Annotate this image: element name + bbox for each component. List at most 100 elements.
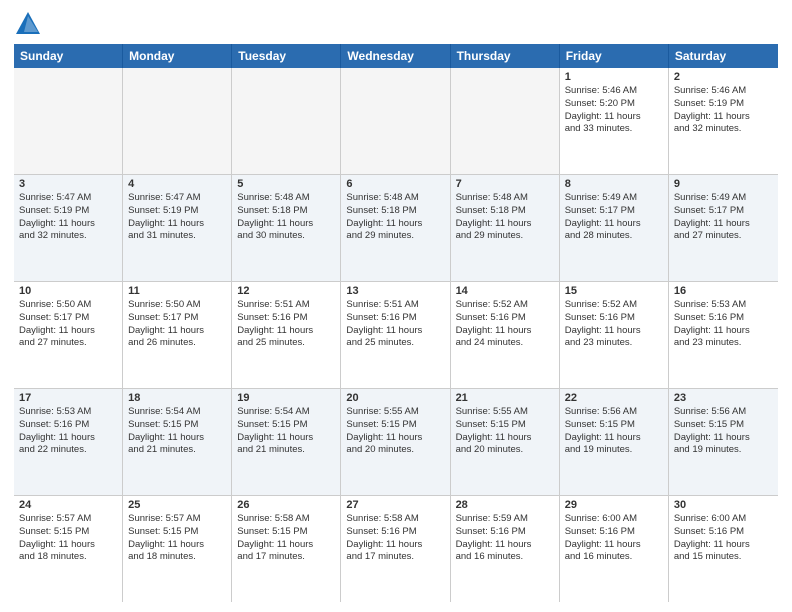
cell-line-l3: Daylight: 11 hours [456,218,554,231]
calendar-cell: 16Sunrise: 5:53 AMSunset: 5:16 PMDayligh… [669,282,778,388]
calendar-header-row: SundayMondayTuesdayWednesdayThursdayFrid… [14,44,778,68]
cell-line-l1: Sunrise: 5:59 AM [456,513,554,526]
cell-line-l1: Sunrise: 5:56 AM [674,406,773,419]
cell-line-l4: and 20 minutes. [456,444,554,457]
cell-line-l3: Daylight: 11 hours [565,539,663,552]
calendar-week-1: 1Sunrise: 5:46 AMSunset: 5:20 PMDaylight… [14,68,778,175]
cell-line-l1: Sunrise: 5:57 AM [19,513,117,526]
cell-line-l2: Sunset: 5:15 PM [237,419,335,432]
cell-line-l3: Daylight: 11 hours [237,325,335,338]
cell-line-l3: Daylight: 11 hours [237,218,335,231]
cell-line-l2: Sunset: 5:16 PM [346,526,444,539]
cell-line-l2: Sunset: 5:16 PM [19,419,117,432]
cell-line-l3: Daylight: 11 hours [237,432,335,445]
cell-line-l3: Daylight: 11 hours [565,111,663,124]
calendar-cell: 15Sunrise: 5:52 AMSunset: 5:16 PMDayligh… [560,282,669,388]
cell-line-l3: Daylight: 11 hours [19,539,117,552]
cell-line-l2: Sunset: 5:19 PM [19,205,117,218]
calendar-cell: 1Sunrise: 5:46 AMSunset: 5:20 PMDaylight… [560,68,669,174]
calendar-cell: 3Sunrise: 5:47 AMSunset: 5:19 PMDaylight… [14,175,123,281]
cell-line-l3: Daylight: 11 hours [346,539,444,552]
cell-line-l3: Daylight: 11 hours [128,218,226,231]
cell-line-l4: and 32 minutes. [674,123,773,136]
day-number: 19 [237,392,335,404]
cell-line-l3: Daylight: 11 hours [674,432,773,445]
cell-line-l4: and 24 minutes. [456,337,554,350]
calendar-cell: 4Sunrise: 5:47 AMSunset: 5:19 PMDaylight… [123,175,232,281]
cell-line-l2: Sunset: 5:15 PM [237,526,335,539]
cell-line-l4: and 28 minutes. [565,230,663,243]
cell-line-l2: Sunset: 5:18 PM [456,205,554,218]
cell-line-l4: and 19 minutes. [674,444,773,457]
cell-line-l2: Sunset: 5:16 PM [565,526,663,539]
cell-line-l2: Sunset: 5:20 PM [565,98,663,111]
header-day-friday: Friday [560,44,669,68]
cell-line-l3: Daylight: 11 hours [346,432,444,445]
cell-line-l3: Daylight: 11 hours [19,325,117,338]
cell-line-l1: Sunrise: 5:52 AM [456,299,554,312]
cell-line-l4: and 21 minutes. [237,444,335,457]
cell-line-l1: Sunrise: 5:46 AM [565,85,663,98]
cell-line-l1: Sunrise: 5:50 AM [128,299,226,312]
cell-line-l3: Daylight: 11 hours [19,218,117,231]
cell-line-l2: Sunset: 5:17 PM [19,312,117,325]
cell-line-l1: Sunrise: 5:54 AM [128,406,226,419]
cell-line-l2: Sunset: 5:16 PM [565,312,663,325]
cell-line-l4: and 30 minutes. [237,230,335,243]
calendar-week-5: 24Sunrise: 5:57 AMSunset: 5:15 PMDayligh… [14,496,778,602]
cell-line-l4: and 22 minutes. [19,444,117,457]
calendar-cell: 17Sunrise: 5:53 AMSunset: 5:16 PMDayligh… [14,389,123,495]
calendar-cell: 29Sunrise: 6:00 AMSunset: 5:16 PMDayligh… [560,496,669,602]
cell-line-l4: and 25 minutes. [237,337,335,350]
calendar-cell: 19 Sunrise: 5:54 AMSunset: 5:15 PMDayligh… [232,389,341,495]
cell-line-l4: and 18 minutes. [128,551,226,564]
cell-line-l1: Sunrise: 5:54 AM [237,406,335,419]
day-number: 8 [565,178,663,190]
cell-line-l1: Sunrise: 6:00 AM [674,513,773,526]
cell-line-l1: Sunrise: 5:51 AM [237,299,335,312]
cell-line-l1: Sunrise: 5:50 AM [19,299,117,312]
cell-line-l3: Daylight: 11 hours [565,325,663,338]
day-number: 14 [456,285,554,297]
cell-line-l1: Sunrise: 5:58 AM [346,513,444,526]
calendar-cell: 6Sunrise: 5:48 AMSunset: 5:18 PMDaylight… [341,175,450,281]
calendar: SundayMondayTuesdayWednesdayThursdayFrid… [14,44,778,602]
day-number: 11 [128,285,226,297]
cell-line-l1: Sunrise: 5:47 AM [128,192,226,205]
cell-line-l1: Sunrise: 5:55 AM [346,406,444,419]
cell-line-l4: and 23 minutes. [565,337,663,350]
calendar-cell: 28Sunrise: 5:59 AMSunset: 5:16 PMDayligh… [451,496,560,602]
day-number: 9 [674,178,773,190]
day-number: 21 [456,392,554,404]
cell-line-l3: Daylight: 11 hours [128,539,226,552]
day-number: 16 [674,285,773,297]
day-number: 15 [565,285,663,297]
cell-line-l3: Daylight: 11 hours [674,539,773,552]
day-number: 20 [346,392,444,404]
calendar-cell: 21Sunrise: 5:55 AMSunset: 5:15 PMDayligh… [451,389,560,495]
cell-line-l2: Sunset: 5:19 PM [128,205,226,218]
header [14,10,778,38]
day-number: 5 [237,178,335,190]
day-number: 7 [456,178,554,190]
header-day-tuesday: Tuesday [232,44,341,68]
cell-line-l2: Sunset: 5:16 PM [237,312,335,325]
cell-line-l2: Sunset: 5:15 PM [128,419,226,432]
day-number: 18 [128,392,226,404]
cell-line-l4: and 23 minutes. [674,337,773,350]
cell-line-l4: and 18 minutes. [19,551,117,564]
cell-line-l3: Daylight: 11 hours [19,432,117,445]
day-number: 10 [19,285,117,297]
calendar-cell: 8Sunrise: 5:49 AMSunset: 5:17 PMDaylight… [560,175,669,281]
cell-line-l4: and 15 minutes. [674,551,773,564]
cell-line-l4: and 16 minutes. [565,551,663,564]
calendar-cell: 20Sunrise: 5:55 AMSunset: 5:15 PMDayligh… [341,389,450,495]
calendar-cell: 22Sunrise: 5:56 AMSunset: 5:15 PMDayligh… [560,389,669,495]
cell-line-l2: Sunset: 5:16 PM [674,312,773,325]
calendar-cell [451,68,560,174]
calendar-cell: 13Sunrise: 5:51 AMSunset: 5:16 PMDayligh… [341,282,450,388]
day-number: 22 [565,392,663,404]
calendar-cell: 14Sunrise: 5:52 AMSunset: 5:16 PMDayligh… [451,282,560,388]
calendar-cell: 2Sunrise: 5:46 AMSunset: 5:19 PMDaylight… [669,68,778,174]
cell-line-l1: Sunrise: 6:00 AM [565,513,663,526]
